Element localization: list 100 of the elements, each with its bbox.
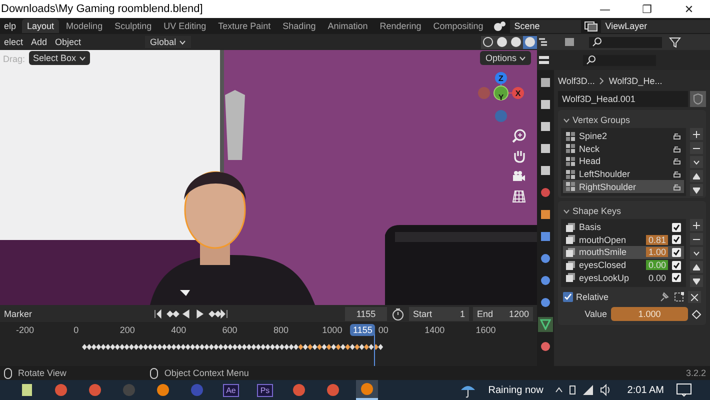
move-down-button[interactable] (690, 184, 703, 196)
camera-icon[interactable] (512, 169, 526, 183)
taskbar-app[interactable] (356, 380, 378, 400)
shape-key-item[interactable]: eyesLookUp 0.00 (563, 271, 684, 284)
shape-key-item[interactable]: Basis (563, 221, 684, 234)
relative-checkbox[interactable] (563, 292, 573, 302)
shading-button[interactable] (481, 36, 495, 48)
playback-controls-drawing[interactable] (152, 308, 229, 320)
square-icon[interactable] (538, 141, 553, 156)
workspace-tab[interactable]: Sculpting (110, 19, 157, 33)
lock-icon[interactable] (673, 170, 681, 178)
select-box-dropdown[interactable]: Select Box (29, 51, 90, 65)
notepad-icon[interactable] (20, 383, 34, 397)
circle-icon[interactable] (538, 251, 553, 266)
taskbar-app[interactable]: Ae (220, 380, 242, 400)
circle-icon[interactable] (360, 382, 374, 396)
workspace-tab[interactable]: Layout (22, 19, 60, 33)
shield-icon[interactable] (690, 91, 706, 107)
vertex-group-item[interactable]: Spine2 (563, 130, 684, 143)
taskbar-app[interactable]: Ps (254, 380, 276, 400)
lock-icon[interactable] (673, 182, 681, 191)
zoom-icon[interactable] (512, 129, 526, 143)
search-field[interactable] (583, 54, 656, 66)
scene-icon[interactable] (492, 20, 508, 32)
shape-key-item[interactable]: mouthOpen 0.81 (563, 234, 684, 246)
end-frame-field[interactable]: End 1200 (473, 306, 534, 320)
square-icon[interactable] (538, 75, 553, 90)
marker-menu[interactable]: Marker (0, 308, 36, 318)
playhead-frame[interactable]: 1155 (350, 324, 376, 336)
circle-icon[interactable] (538, 273, 553, 288)
shading-button[interactable] (495, 36, 509, 48)
circle-icon[interactable] (326, 383, 340, 397)
view-layer-icon[interactable] (583, 20, 600, 32)
section-header[interactable]: Shape Keys (561, 203, 703, 219)
stopwatch-icon[interactable] (391, 306, 406, 320)
vertex-group-item[interactable]: RightShoulder (563, 180, 684, 193)
checkbox[interactable] (672, 273, 681, 282)
menu-item[interactable]: elect (0, 37, 28, 47)
grid-icon[interactable] (512, 189, 526, 203)
lock-icon[interactable] (673, 157, 681, 166)
lock-icon[interactable] (673, 132, 681, 140)
dropdown-button[interactable] (690, 247, 703, 259)
workspace-tab[interactable]: Texture Paint (213, 19, 276, 33)
ball-icon[interactable] (538, 339, 553, 354)
circle-icon[interactable] (88, 383, 102, 397)
hand-icon[interactable] (512, 149, 526, 163)
square-icon[interactable] (538, 119, 553, 134)
vertex-group-item[interactable]: Neck (563, 142, 684, 156)
start-frame-field[interactable]: Start 1 (409, 306, 470, 320)
vertex-group-item[interactable]: Head (563, 155, 684, 168)
circle-icon[interactable] (292, 383, 306, 397)
add-button[interactable] (690, 128, 703, 140)
shading-button[interactable] (509, 36, 523, 48)
square-icon[interactable] (538, 97, 553, 112)
window-control[interactable]: — (584, 0, 626, 18)
move-down-button[interactable] (690, 275, 703, 287)
axis-gizmo[interactable]: Z Y X (476, 70, 526, 130)
workspace-tab[interactable]: Animation (322, 19, 373, 33)
pin-icon[interactable] (658, 291, 670, 303)
shape-key-item[interactable]: mouthSmile 1.00 (563, 246, 684, 259)
square-icon[interactable] (538, 229, 553, 244)
window-control[interactable]: ✕ (668, 0, 710, 18)
workspace-tab[interactable]: UV Editing (158, 19, 212, 33)
shading-button[interactable] (523, 36, 537, 48)
workspace-tab[interactable]: Modeling (61, 19, 108, 33)
triangle-icon[interactable] (538, 317, 553, 332)
options-dropdown[interactable]: Options (480, 51, 531, 65)
checkbox[interactable] (672, 248, 681, 257)
mesh-name-field[interactable]: Wolf3D_Head.001 (558, 91, 688, 107)
remove-button[interactable] (690, 233, 703, 245)
shape-key-item[interactable]: eyesClosed 0.00 (563, 258, 684, 272)
circle-icon[interactable] (156, 383, 170, 397)
circle-icon[interactable] (54, 383, 68, 397)
square-icon[interactable] (538, 207, 553, 222)
workspace-tab[interactable]: Compositing (428, 19, 488, 33)
edit-mode-icon[interactable] (673, 291, 685, 303)
circle-icon[interactable] (538, 295, 553, 310)
move-up-button[interactable] (690, 261, 703, 273)
menu-item[interactable]: elp (0, 21, 20, 31)
workspace-tab[interactable]: Rendering (374, 19, 426, 33)
search-field[interactable] (589, 36, 662, 48)
square-icon[interactable] (538, 163, 553, 178)
add-button[interactable] (690, 219, 703, 231)
window-control[interactable]: ❐ (626, 0, 668, 18)
checkbox[interactable] (672, 260, 681, 270)
dropdown-button[interactable] (690, 156, 703, 168)
menu-item[interactable]: Add (27, 37, 52, 47)
current-frame-field[interactable]: 1155 (345, 306, 388, 320)
view-layer-field[interactable]: ViewLayer (601, 20, 710, 32)
section-header[interactable]: Vertex Groups (561, 112, 703, 128)
keyframe-icon[interactable] (692, 310, 701, 318)
scene-field[interactable]: Scene (510, 20, 582, 32)
notification-icon[interactable] (676, 383, 692, 397)
workspace-tab[interactable]: Shading (278, 19, 321, 33)
menu-item[interactable]: Object (51, 37, 86, 47)
orientation-dropdown[interactable]: Global (145, 36, 191, 48)
shape-key-value[interactable]: 0.00 (646, 272, 668, 283)
vertex-group-item[interactable]: LeftShoulder (563, 168, 684, 180)
move-up-button[interactable] (690, 170, 703, 182)
checkbox[interactable] (672, 222, 681, 232)
